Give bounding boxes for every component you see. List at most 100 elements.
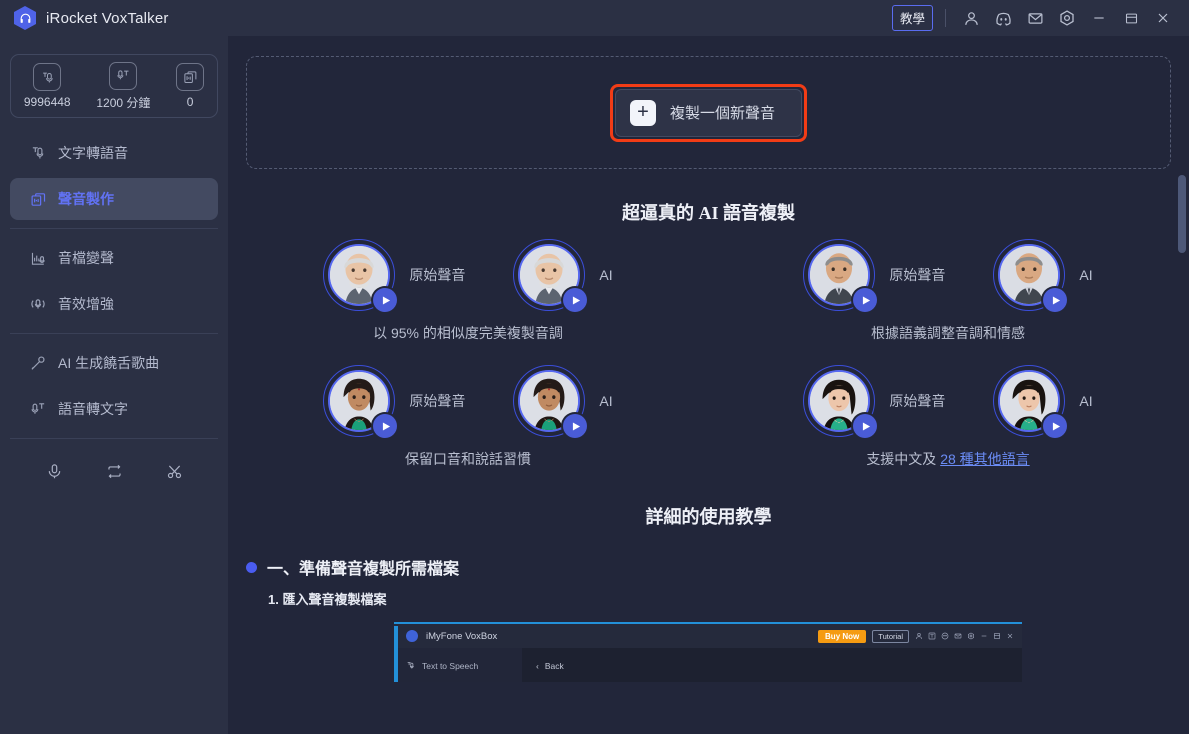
screenshot-back-label: Back (544, 661, 564, 671)
demo-caption: 支援中文及 28 種其他語言 (708, 449, 1188, 469)
maximize-icon[interactable] (1115, 0, 1147, 36)
voice-sample: 原始聲音 (323, 239, 465, 312)
voice-sample: AI (513, 365, 613, 438)
avatar (993, 365, 1068, 438)
sample-label: AI (1079, 393, 1093, 409)
screenshot-app-name: iMyFone VoxBox (426, 630, 498, 642)
sidebar-nav: 文字轉語音 聲音製作 音檔變聲 音效增強 AI 生成饒舌歌曲 語音轉文字 (0, 132, 228, 489)
discord-icon[interactable] (987, 0, 1019, 36)
close-icon[interactable] (1147, 0, 1179, 36)
voice-sample: 原始聲音 (803, 365, 945, 438)
sidebar-divider (10, 333, 218, 334)
cut-icon[interactable] (165, 462, 184, 481)
screenshot-back-chevron-icon: ‹ (536, 661, 539, 671)
voice-sample: 原始聲音 (323, 365, 466, 438)
screenshot-titlebar: iMyFone VoxBox Buy Now Tutorial (394, 624, 1022, 648)
credit-item[interactable]: 9996448 (24, 63, 71, 109)
account-icon[interactable] (955, 0, 987, 36)
voice-cloning-icon (28, 189, 48, 209)
screenshot-accent-strip (394, 626, 398, 682)
tutorial-screenshot: iMyFone VoxBox Buy Now Tutorial Text to … (394, 622, 1022, 682)
text-to-speech-icon (28, 143, 48, 163)
voice-sample: AI (993, 239, 1093, 312)
scrollbar-thumb[interactable] (1178, 175, 1186, 253)
mail-icon[interactable] (1019, 0, 1051, 36)
screenshot-account-icon (916, 633, 922, 640)
sidebar-item-text-to-speech[interactable]: 文字轉語音 (10, 132, 218, 174)
voice-sample: AI (993, 365, 1093, 438)
audio-enhance-icon (28, 294, 48, 314)
sample-label: AI (599, 267, 613, 283)
credit-value: 0 (186, 95, 194, 109)
sidebar-item-voice-changer[interactable]: 音檔變聲 (10, 237, 218, 279)
avatar (323, 365, 398, 438)
credit-value: 1200 分鐘 (96, 95, 151, 110)
bullet-icon (246, 561, 257, 573)
demo-rows: 原始聲音 AI 以 95% 的相似度完美複製音調 原始聲音 AI 根據語義調整音… (228, 239, 1189, 469)
caption-text: 以 95% 的相似度完美複製音調 (373, 325, 563, 341)
settings-icon[interactable] (1051, 0, 1083, 36)
sidebar-item-label: 語音轉文字 (58, 401, 128, 417)
screenshot-mail-icon (954, 633, 962, 639)
play-button[interactable] (373, 288, 398, 312)
avatar (803, 239, 878, 312)
play-button[interactable] (373, 414, 398, 438)
plus-icon: + (629, 99, 656, 126)
sample-label: AI (1079, 267, 1093, 283)
demo-group: 原始聲音 (708, 365, 1188, 469)
screenshot-app-logo-icon (406, 630, 418, 642)
sidebar-item-ai-rap[interactable]: AI 生成饒舌歌曲 (10, 342, 218, 384)
demo-row: 原始聲音 (228, 239, 1189, 343)
sidebar-item-audio-enhance[interactable]: 音效增強 (10, 283, 218, 325)
sidebar-item-voice-cloning[interactable]: 聲音製作 (10, 178, 218, 220)
voice-clone-count-icon (176, 63, 205, 91)
screenshot-minimize-icon (981, 635, 987, 637)
play-button[interactable] (853, 288, 878, 312)
credit-item[interactable]: 1200 分鐘 (96, 61, 151, 111)
play-button[interactable] (853, 414, 878, 438)
play-button[interactable] (1043, 288, 1068, 312)
screenshot-sidebar-label: Text to Speech (422, 661, 479, 671)
app-logo-icon (14, 6, 36, 30)
play-button[interactable] (563, 288, 588, 312)
play-button[interactable] (563, 414, 588, 438)
demo-row: 原始聲音 (228, 365, 1189, 469)
screenshot-body: Text to Speech ‹ Back (394, 648, 1022, 682)
sidebar: 9996448 1200 分鐘 0 文字轉語音 聲音製作 音檔變聲 音效增強 A… (0, 36, 228, 734)
screenshot-translate-icon (928, 632, 936, 640)
screenshot-discord-icon (941, 632, 949, 640)
demo-group: 原始聲音 (708, 239, 1188, 343)
clone-drop-panel: + 複製一個新聲音 (246, 56, 1171, 169)
sidebar-divider (10, 228, 218, 229)
credit-item[interactable]: 0 (176, 63, 205, 109)
screenshot-tutorial-button: Tutorial (872, 629, 909, 643)
tutorial-button[interactable]: 教學 (891, 5, 933, 31)
play-button[interactable] (1043, 414, 1068, 438)
screenshot-text-to-speech-icon (407, 662, 414, 669)
sidebar-item-speech-to-text[interactable]: 語音轉文字 (10, 388, 218, 430)
sidebar-item-label: 文字轉語音 (58, 145, 128, 161)
minimize-icon[interactable] (1083, 0, 1115, 36)
section-title: 超逼真的 AI 語音複製 (621, 203, 795, 223)
demo-caption: 以 95% 的相似度完美複製音調 (228, 323, 708, 343)
sample-label: 原始聲音 (409, 393, 466, 409)
credits-panel: 9996448 1200 分鐘 0 (10, 54, 218, 118)
screenshot-close-icon (1007, 633, 1013, 639)
clone-new-voice-button[interactable]: + 複製一個新聲音 (614, 88, 802, 137)
tutorial-section-title: 詳細的使用教學 (645, 507, 772, 527)
sidebar-item-label: AI 生成饒舌歌曲 (58, 355, 160, 371)
caption-text: 保留口音和說話習慣 (405, 451, 531, 467)
demo-caption: 保留口音和說話習慣 (228, 449, 708, 469)
caption-text: 支援中文及 (866, 451, 941, 467)
avatar (993, 239, 1068, 312)
screenshot-icon-row (915, 632, 1014, 640)
loop-icon[interactable] (105, 462, 124, 481)
recorder-icon[interactable] (45, 462, 64, 481)
avatar (513, 239, 588, 312)
caption-text: 根據語義調整音調和情感 (871, 325, 1025, 341)
voice-sample: 原始聲音 (803, 239, 945, 312)
main-scrollbar[interactable] (1178, 175, 1186, 734)
other-languages-link[interactable]: 28 種其他語言 (940, 451, 1029, 467)
clone-button-label: 複製一個新聲音 (669, 105, 775, 122)
voice-changer-icon (28, 248, 48, 268)
